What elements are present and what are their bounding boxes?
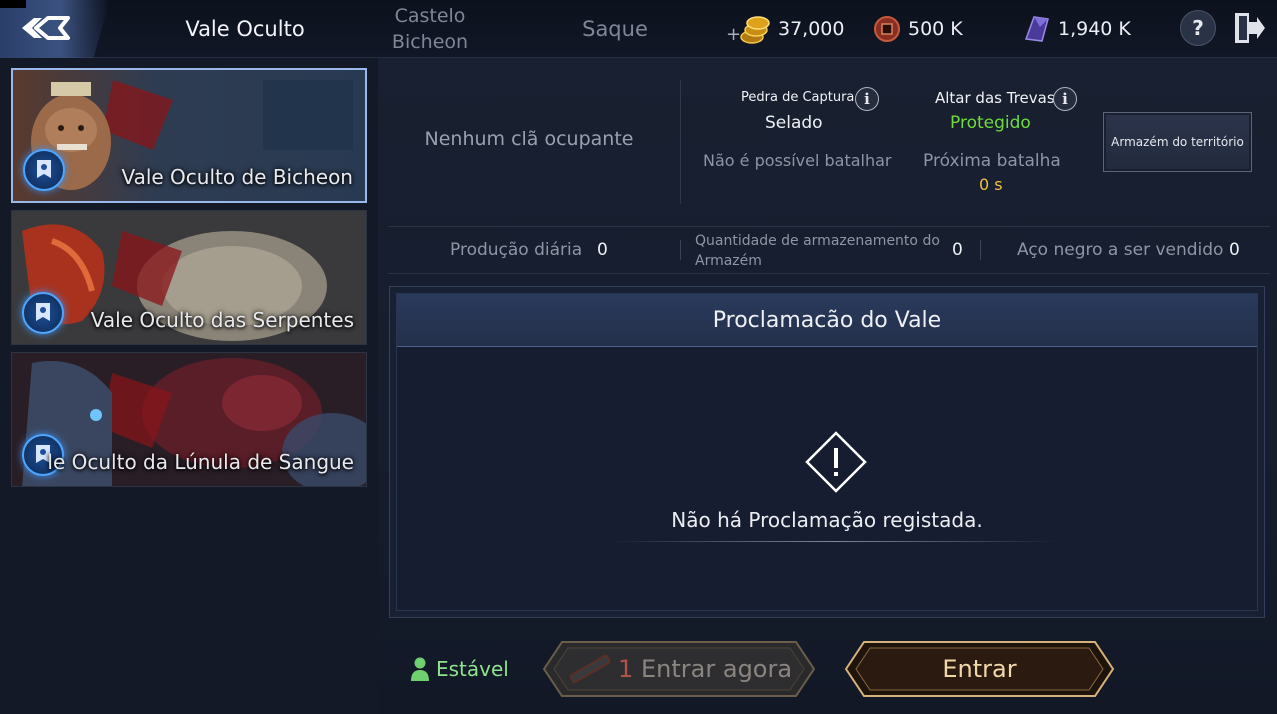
next-battle-label: Próxima batalha	[923, 151, 1061, 171]
proclamation-title: Proclamacão do Vale	[397, 294, 1257, 347]
corner-mark	[0, 0, 26, 8]
guild-flag-icon	[22, 292, 64, 334]
exit-button[interactable]	[1232, 10, 1266, 50]
gold-amount: 37,000	[778, 18, 845, 40]
top-bar: Vale Oculto Castelo Bicheon Saque + 37,0…	[0, 0, 1277, 58]
enter-now-label: Entrar agora	[641, 655, 793, 683]
next-battle-timer: 0 s	[979, 175, 1003, 194]
help-button[interactable]: ?	[1180, 10, 1216, 46]
warehouse-button-label: Armazém do território	[1111, 135, 1244, 149]
altar-label: Altar das Trevas	[935, 89, 1055, 107]
territory-warehouse-button[interactable]: Armazém do território	[1103, 112, 1252, 172]
enter-button[interactable]: Entrar	[842, 640, 1117, 698]
empty-proclamation-message: Não há Proclamação registada.	[671, 508, 983, 532]
server-status-label: Estável	[436, 657, 509, 681]
capture-stone-value: Selado	[765, 113, 823, 133]
coin-amount: 500 K	[908, 18, 963, 40]
crystal-currency: 1,940 K	[1020, 12, 1131, 46]
daily-production-label: Produção diária	[450, 240, 583, 260]
altar-info-icon[interactable]: i	[1053, 87, 1077, 111]
message-underline	[609, 541, 1059, 542]
production-divider	[980, 240, 981, 260]
info-divider	[680, 80, 681, 204]
production-divider	[680, 240, 681, 260]
gold-currency: 37,000	[738, 12, 844, 46]
back-arrow-icon	[22, 16, 70, 40]
server-status: Estável	[410, 656, 509, 682]
person-icon	[411, 657, 429, 681]
tab-vale-oculto[interactable]: Vale Oculto	[150, 0, 340, 58]
help-icon: ?	[1192, 16, 1204, 40]
crystal-amount: 1,940 K	[1058, 18, 1131, 40]
daily-production-value: 0	[597, 240, 608, 260]
altar-value: Protegido	[950, 113, 1031, 133]
valley-name: Vale Oculto de Bicheon	[121, 165, 353, 189]
enter-label: Entrar	[942, 655, 1017, 683]
storage-label-line2: Armazém	[695, 253, 762, 269]
enter-now-count: 1	[618, 655, 634, 683]
back-button[interactable]	[0, 0, 110, 58]
valley-card-bicheon[interactable]: Vale Oculto de Bicheon	[11, 68, 367, 203]
storage-value: 0	[952, 240, 963, 260]
purple-crystal-icon	[1024, 16, 1049, 42]
storage-label-line1: Quantidade de armazenamento do	[695, 233, 940, 249]
coin-currency: 500 K	[872, 12, 963, 46]
warning-icon	[805, 431, 867, 493]
enter-now-button[interactable]: 1 Entrar agora	[540, 640, 818, 698]
valley-name: Vale Oculto das Serpentes	[90, 308, 354, 332]
gold-coins-icon	[740, 16, 770, 44]
tab-label-line1: Castelo	[394, 5, 466, 27]
valley-name: le Oculto da Lúnula de Sangue	[47, 450, 354, 474]
scroll-item-icon	[569, 654, 611, 684]
capture-stone-info-icon[interactable]: i	[855, 87, 879, 111]
occupant-status: Nenhum clã ocupante	[424, 128, 634, 150]
bronze-coin-icon	[874, 16, 900, 42]
black-steel-label: Aço negro a ser vendido	[1017, 240, 1224, 260]
proclamation-body: Proclamacão do Vale Não há Proclamação r…	[396, 293, 1258, 611]
tab-castelo-bicheon[interactable]: Castelo Bicheon	[375, 0, 485, 58]
black-steel-value: 0	[1229, 240, 1240, 260]
tab-label-line2: Bicheon	[391, 31, 469, 53]
tab-label: Vale Oculto	[185, 17, 305, 41]
battle-status: Não é possível batalhar	[703, 151, 892, 170]
capture-stone-label: Pedra de Captura	[741, 90, 855, 105]
proclamation-panel: Proclamacão do Vale Não há Proclamação r…	[389, 286, 1265, 618]
valley-card-serpentes[interactable]: Vale Oculto das Serpentes	[11, 210, 367, 345]
guild-flag-icon	[23, 149, 65, 191]
exit-door-icon	[1235, 13, 1265, 43]
valley-card-lunula[interactable]: le Oculto da Lúnula de Sangue	[11, 352, 367, 487]
tab-label: Saque	[582, 17, 648, 41]
tab-saque[interactable]: Saque	[560, 0, 670, 58]
